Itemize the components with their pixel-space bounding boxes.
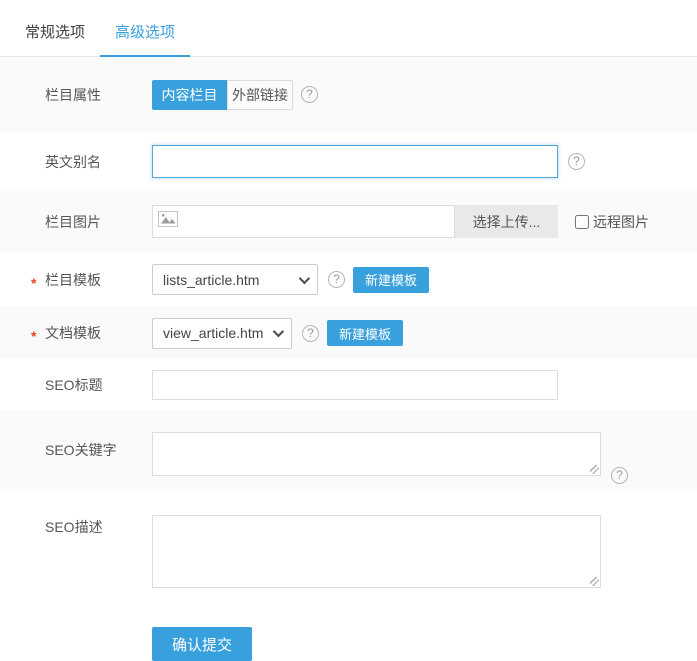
- row-seo-keywords: SEO关键字 ?: [0, 411, 697, 489]
- remote-image-option: 远程图片: [575, 212, 649, 232]
- row-column-template: * 栏目模板 lists_article.htm ? 新建模板: [0, 252, 697, 307]
- help-icon[interactable]: ?: [328, 271, 345, 288]
- row-english-alias: 英文别名 ?: [0, 132, 697, 191]
- seo-title-label: SEO标题: [45, 377, 103, 393]
- toggle-content-column[interactable]: 内容栏目: [152, 79, 227, 110]
- document-template-select[interactable]: view_article.htm: [152, 317, 292, 349]
- column-template-select[interactable]: lists_article.htm: [152, 264, 318, 295]
- seo-title-input[interactable]: [152, 370, 558, 400]
- submit-area: 确认提交: [152, 627, 697, 661]
- remote-image-label: 远程图片: [593, 213, 649, 230]
- choose-upload-button[interactable]: 选择上传...: [455, 205, 558, 238]
- column-image-input[interactable]: [152, 205, 455, 238]
- row-column-attribute: 栏目属性 内容栏目 外部链接 ?: [0, 57, 697, 132]
- help-icon[interactable]: ?: [568, 153, 585, 170]
- column-template-label-text: 栏目模板: [45, 271, 101, 288]
- tab-general-options[interactable]: 常规选项: [10, 21, 100, 56]
- document-template-label-text: 文档模板: [45, 325, 101, 341]
- required-asterisk: *: [31, 328, 37, 344]
- toggle-external-link[interactable]: 外部链接: [227, 79, 293, 110]
- confirm-submit-button[interactable]: 确认提交: [152, 627, 252, 661]
- chevron-down-icon: [298, 272, 311, 284]
- resize-handle-icon[interactable]: [590, 465, 599, 474]
- seo-description-textarea[interactable]: [152, 515, 601, 588]
- new-template-button[interactable]: 新建模板: [327, 320, 404, 346]
- required-asterisk: *: [31, 274, 37, 291]
- seo-keywords-label: SEO关键字: [45, 442, 117, 458]
- column-template-select-value: lists_article.htm: [163, 271, 260, 288]
- row-seo-title: SEO标题: [0, 359, 697, 411]
- row-document-template: * 文档模板 view_article.htm ? 新建模板: [0, 307, 697, 359]
- row-column-image: 栏目图片 选择上传... 远程图片: [0, 191, 697, 252]
- english-alias-label: 英文别名: [45, 153, 101, 170]
- remote-image-checkbox[interactable]: [575, 214, 589, 229]
- column-attribute-toggle-group: 内容栏目 外部链接: [152, 79, 293, 110]
- help-icon[interactable]: ?: [302, 324, 319, 342]
- new-template-button[interactable]: 新建模板: [353, 266, 430, 293]
- tab-bar: 常规选项 高级选项: [0, 0, 697, 57]
- chevron-down-icon: [272, 325, 285, 338]
- help-icon[interactable]: ?: [301, 86, 318, 103]
- image-placeholder-icon: [158, 211, 178, 232]
- help-icon[interactable]: ?: [611, 467, 628, 484]
- seo-description-label: SEO描述: [45, 519, 103, 535]
- column-attribute-label: 栏目属性: [45, 86, 101, 103]
- seo-keywords-textarea[interactable]: [152, 432, 601, 476]
- english-alias-input[interactable]: [152, 145, 558, 178]
- tab-advanced-options[interactable]: 高级选项: [100, 21, 191, 57]
- row-seo-description: SEO描述: [0, 489, 697, 611]
- column-template-label: * 栏目模板: [0, 270, 152, 291]
- column-image-label: 栏目图片: [45, 213, 101, 230]
- resize-handle-icon[interactable]: [590, 577, 599, 586]
- document-template-label: * 文档模板: [0, 323, 152, 344]
- document-template-select-value: view_article.htm: [163, 325, 264, 341]
